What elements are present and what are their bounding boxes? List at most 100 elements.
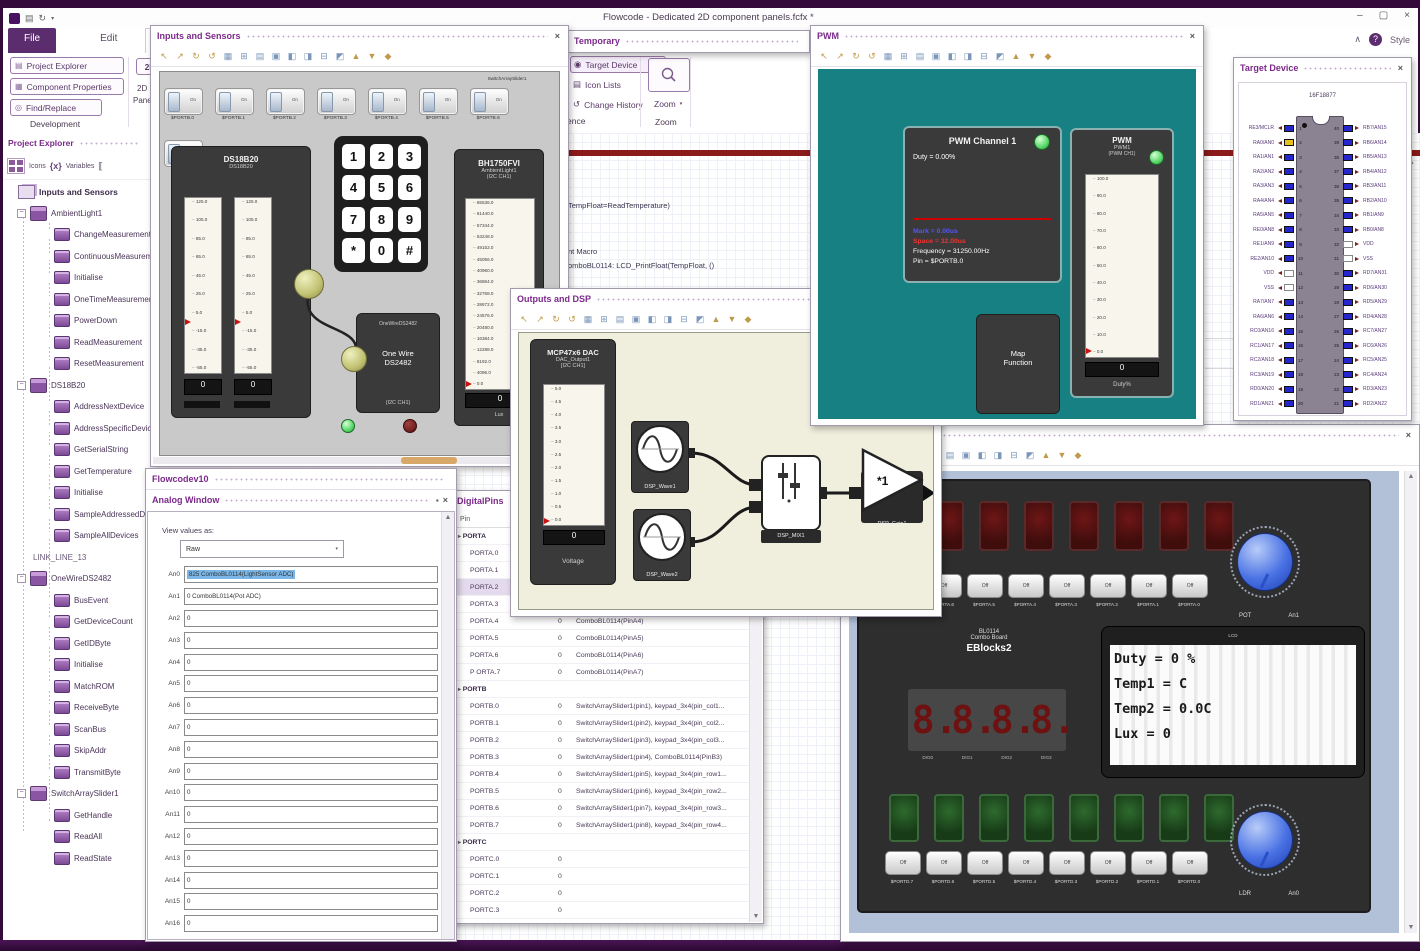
port-a-button[interactable]: Off [1090, 574, 1126, 598]
tree-item[interactable]: LINK_LINE_13 [3, 547, 150, 569]
lower-icon[interactable]: ▼ [726, 313, 738, 325]
pin-row[interactable]: RC3/AN19 18 [1239, 368, 1305, 383]
pwm-2d-panel[interactable]: PWM Channel 1 Duty = 0.00% Mark = 0.00us… [818, 69, 1196, 419]
snapshot-icon[interactable]: ▣ [960, 449, 972, 461]
digital-pin-row[interactable]: PORTB.3 0 SwitchArraySlider1(pin4), Comb… [452, 749, 750, 766]
snapshot-icon[interactable]: ▣ [270, 50, 282, 62]
tree-item[interactable]: OneTimeMeasurement [3, 289, 150, 311]
orbit-view-icon[interactable]: ↺ [566, 313, 578, 325]
icons-tab-icon[interactable] [7, 158, 25, 174]
tree-item[interactable]: AddressNextDevice [3, 396, 150, 418]
pin-row[interactable]: 38 RB5/AN13 [1332, 150, 1408, 165]
expander-icon[interactable] [43, 295, 50, 303]
expander-icon[interactable] [43, 532, 50, 540]
port-a-button[interactable]: Off [1131, 574, 1167, 598]
channel-value-field[interactable]: 0 [184, 827, 438, 845]
port-a-button[interactable]: Off [1049, 574, 1085, 598]
pwm-meter-box[interactable]: PWM PWM1 (PWM CH1) 100.090.080.070.060.0… [1070, 128, 1174, 398]
port-a-button[interactable]: Off [1008, 574, 1044, 598]
lower-icon[interactable]: ▼ [366, 50, 378, 62]
keypad-key[interactable]: 9 [398, 206, 421, 232]
tree-item[interactable]: ReadAll [3, 826, 150, 848]
rotate-view-icon[interactable]: ↻ [190, 50, 202, 62]
close-icon[interactable]: × [1396, 63, 1405, 73]
close-icon[interactable]: × [441, 495, 450, 505]
expander-icon[interactable] [43, 489, 50, 497]
pin-row[interactable]: 40 RB7/AN15 [1332, 121, 1408, 136]
digital-pin-row[interactable]: PORTB.7 0 SwitchArraySlider1(pin8), keyp… [452, 817, 750, 834]
marker-icon[interactable]: ◆ [1042, 50, 1054, 62]
group-icon[interactable]: ⊟ [978, 50, 990, 62]
digital-pin-row[interactable]: PORTB.2 0 SwitchArraySlider1(pin3), keyp… [452, 732, 750, 749]
layers-icon[interactable]: ▤ [944, 449, 956, 461]
pin-row[interactable]: 29 RD6/AN30 [1332, 281, 1408, 296]
port-d-button[interactable]: Off [885, 851, 921, 875]
pin-row[interactable]: 34 RB1/AN9 [1332, 208, 1408, 223]
digital-pin-row[interactable]: PORTC.4 0 [452, 919, 750, 922]
group-icon[interactable]: ⊟ [1008, 449, 1020, 461]
tree-item[interactable]: PowerDown [3, 310, 150, 332]
pwm-meter-scale[interactable]: 100.090.080.070.060.050.040.030.020.010.… [1085, 174, 1159, 358]
tree-item[interactable]: − SwitchArraySlider1 [3, 783, 150, 805]
tab-file[interactable]: File [8, 28, 57, 53]
port-a-button[interactable]: Off [1172, 574, 1208, 598]
pin-row[interactable]: RC1/AN17 16 [1239, 339, 1305, 354]
digital-pin-row[interactable]: PORTB.6 0 SwitchArraySlider1(pin7), keyp… [452, 800, 750, 817]
drag-icon[interactable]: ↗ [534, 313, 546, 325]
tree-item[interactable]: SampleAllDevices [3, 525, 150, 547]
expander-icon[interactable] [43, 360, 50, 368]
macros-tab-icon[interactable]: ⟦ [98, 161, 102, 172]
onewire-component[interactable]: OneWireDS2482 One Wire DS2482 (I2C CH1) [356, 313, 440, 413]
pin-row[interactable]: 35 RB2/AN10 [1332, 194, 1408, 209]
scroll-down-icon[interactable]: ▼ [750, 913, 762, 920]
rotate-view-icon[interactable]: ↻ [850, 50, 862, 62]
ds18b20-component[interactable]: DS18B20 DS18B20 125.0105.085.065.045.025… [171, 146, 311, 418]
flip-icon[interactable]: ◨ [302, 50, 314, 62]
expander-icon[interactable] [43, 338, 50, 346]
pin-row[interactable]: 39 RB6/AN14 [1332, 136, 1408, 151]
lower-icon[interactable]: ▼ [1026, 50, 1038, 62]
dsp-wave1-component[interactable]: DSP_Wave1 [631, 421, 689, 493]
digital-pin-row[interactable]: PORTB.0 0 SwitchArraySlider1(pin1), keyp… [452, 698, 750, 715]
group-icon[interactable]: ⊟ [318, 50, 330, 62]
drag-icon[interactable]: ↗ [834, 50, 846, 62]
pin-row[interactable]: 32 VDD [1332, 237, 1408, 252]
pot-knob[interactable] [1230, 526, 1300, 598]
toggle-switch[interactable]: On [265, 88, 305, 115]
expander-icon[interactable] [43, 403, 50, 411]
chart-icon[interactable]: ◩ [694, 313, 706, 325]
channel-value-field[interactable]: 0 [184, 915, 438, 933]
expander-icon[interactable] [43, 467, 50, 475]
toggle-switch[interactable]: On [418, 88, 458, 115]
tree-item[interactable]: AddressSpecificDevice [3, 418, 150, 440]
channel-value-field[interactable]: 0 [184, 806, 438, 824]
layers-icon[interactable]: ▤ [254, 50, 266, 62]
tree-item[interactable]: BusEvent [3, 590, 150, 612]
pin-row[interactable]: RA1/AN1 3 [1239, 150, 1305, 165]
box-select-icon[interactable]: ⊞ [238, 50, 250, 62]
tree-item[interactable]: GetHandle [3, 805, 150, 827]
tab-edit[interactable]: Edit [84, 28, 133, 53]
tree-item[interactable]: GetSerialString [3, 439, 150, 461]
pin-row[interactable]: 36 RB3/AN11 [1332, 179, 1408, 194]
tree-item[interactable]: ReadMeasurement [3, 332, 150, 354]
ds18b20-scale-1[interactable]: 125.0105.085.065.045.025.05.0-15.0-35.0-… [184, 197, 222, 374]
rotate-view-icon[interactable]: ↻ [550, 313, 562, 325]
help-icon[interactable]: ? [1368, 33, 1382, 46]
toggle-switch[interactable]: On [469, 88, 509, 115]
mirror-icon[interactable]: ◧ [946, 50, 958, 62]
box-select-icon[interactable]: ⊞ [598, 313, 610, 325]
raise-icon[interactable]: ▲ [350, 50, 362, 62]
expander-icon[interactable] [43, 854, 50, 862]
pin-row[interactable]: VSS 12 [1239, 281, 1305, 296]
pin-row[interactable]: RC2/AN18 17 [1239, 353, 1305, 368]
style-label[interactable]: Style [1390, 35, 1410, 45]
drag-icon[interactable]: ↗ [174, 50, 186, 62]
grid-icon[interactable]: ▦ [222, 50, 234, 62]
expander-icon[interactable]: − [17, 574, 26, 584]
expander-icon[interactable] [43, 596, 50, 604]
channel-value-field[interactable]: 0 [184, 653, 438, 671]
pin-row[interactable]: RA7/AN7 13 [1239, 295, 1305, 310]
pin-row[interactable]: 31 VSS [1332, 252, 1408, 267]
box-select-icon[interactable]: ⊞ [898, 50, 910, 62]
